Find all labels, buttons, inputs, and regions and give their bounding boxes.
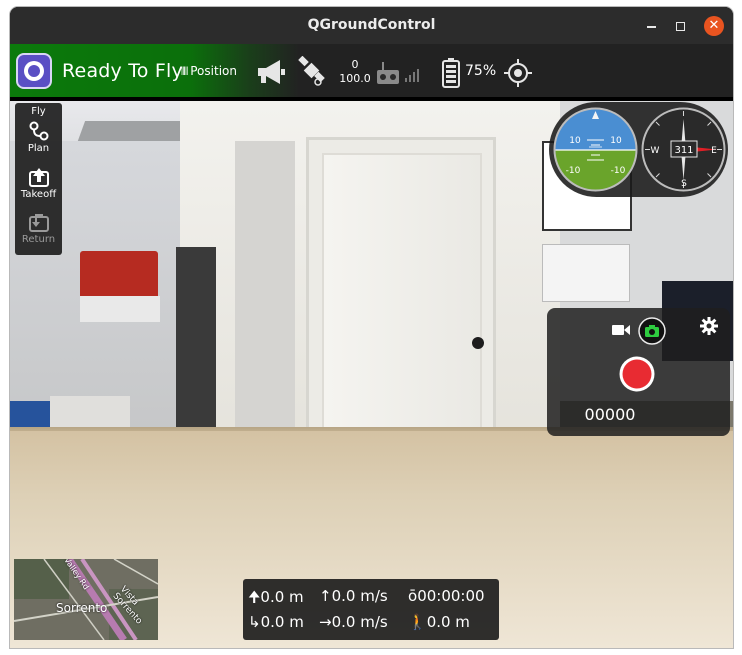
qgc-logo-button[interactable]: [16, 53, 52, 89]
video-mode-icon[interactable]: [612, 323, 630, 337]
compass-heading: 311: [674, 145, 693, 156]
scene-hallway: [176, 247, 216, 437]
walker-icon: 🚶: [408, 613, 427, 631]
compass-east: E: [711, 146, 717, 156]
scene-doorknob: [472, 337, 484, 349]
return-icon: [28, 214, 49, 232]
rc-signal-icon: [405, 69, 419, 82]
flight-time-value: ō00:00:00: [408, 587, 485, 605]
gps-satellite-icon[interactable]: [297, 56, 329, 88]
fly-tools-title: Fly: [31, 106, 46, 117]
distance-home-icon: ↳: [248, 613, 261, 631]
rc-transmitter-icon[interactable]: [375, 60, 401, 86]
scene-poster-sheet: [542, 244, 630, 302]
camera-settings-icon[interactable]: [700, 317, 718, 335]
map-thumbnail[interactable]: Sorrento Vista Sorrento Valley Rd: [14, 559, 158, 640]
battery-percent: 75%: [465, 63, 497, 79]
flight-mode-label: Position: [190, 64, 237, 78]
battery-icon[interactable]: [442, 58, 460, 88]
distance-home-text: 0.0 m: [260, 613, 304, 631]
record-button[interactable]: [618, 355, 656, 393]
distance-home-value: ↳0.0 m: [248, 613, 304, 631]
takeoff-label: Takeoff: [20, 189, 57, 200]
map-label-sorrento: Sorrento: [56, 601, 108, 615]
vertical-speed-value: ↑0.0 m/s: [319, 587, 388, 605]
ground-speed-icon: →: [319, 613, 332, 631]
vehicle-status[interactable]: Ready To Fly: [62, 60, 183, 82]
plan-label: Plan: [27, 143, 50, 154]
close-icon: ✕: [708, 18, 720, 33]
minimize-button[interactable]: [643, 18, 659, 34]
title-bar: QGroundControl ✕: [10, 7, 733, 44]
compass-indicator: 311 W E S: [641, 107, 726, 192]
compass-south: S: [681, 179, 687, 189]
capture-counter: 00000: [584, 405, 636, 424]
distance-ground-text: 0.0 m: [426, 613, 470, 631]
crosshair-icon[interactable]: [504, 59, 532, 87]
flight-mode-selector[interactable]: ⫴⫴ Position: [181, 64, 237, 79]
window-title: QGroundControl: [307, 17, 436, 33]
takeoff-button[interactable]: Takeoff: [15, 166, 62, 200]
vertical-speed-text: 0.0 m/s: [331, 587, 388, 605]
flight-time-text: 00:00:00: [417, 587, 485, 605]
altitude-icon: 🠉: [248, 588, 261, 606]
pitch-label-up-right: 10: [610, 136, 622, 146]
compass-west: W: [651, 146, 660, 156]
maximize-icon: [675, 22, 685, 31]
close-button[interactable]: ✕: [704, 16, 724, 36]
timer-icon: ō: [408, 587, 418, 605]
altitude-text: 0.0 m: [260, 588, 304, 606]
ground-speed-text: 0.0 m/s: [331, 613, 388, 631]
return-label: Return: [21, 234, 56, 245]
gps-count: 0: [351, 58, 359, 71]
attitude-indicator: 10 10 -10 -10: [553, 107, 638, 192]
pitch-label-up-left: 10: [569, 136, 581, 146]
plan-button[interactable]: Plan: [15, 120, 62, 154]
app-window: QGroundControl ✕ Ready To Fly ⫴⫴ Position: [10, 7, 733, 648]
gps-hdop: 100.0: [339, 72, 371, 85]
telemetry-panel[interactable]: 🠉0.0 m ↑0.0 m/s ō00:00:00 ↳0.0 m →0.0 m/…: [243, 579, 499, 640]
main-toolbar: Ready To Fly ⫴⫴ Position 0 100.0 75%: [10, 44, 733, 99]
altitude-value: 🠉0.0 m: [248, 587, 304, 612]
pitch-label-down-right: -10: [611, 166, 626, 176]
fly-tools-panel: Fly Plan Takeoff Return: [15, 103, 62, 255]
ground-speed-value: →0.0 m/s: [319, 613, 388, 631]
scene-pillar: [235, 141, 295, 441]
gps-info: 0 100.0: [337, 58, 373, 86]
photo-mode-button[interactable]: [637, 316, 667, 346]
minimize-icon: [646, 26, 656, 28]
pitch-label-down-left: -10: [566, 166, 581, 176]
distance-ground-value: 🚶0.0 m: [408, 613, 470, 631]
takeoff-icon: [28, 168, 49, 187]
vertical-speed-icon: ↑: [319, 587, 332, 605]
logo-icon-inner: [28, 65, 40, 77]
scene-rack-bins: [80, 296, 160, 322]
flight-mode-icon: ⫴⫴: [181, 65, 188, 78]
megaphone-icon[interactable]: [256, 58, 286, 86]
scene-door: [322, 153, 482, 437]
maximize-button[interactable]: [672, 18, 688, 34]
return-button[interactable]: Return: [15, 211, 62, 245]
plan-icon: [29, 121, 48, 141]
